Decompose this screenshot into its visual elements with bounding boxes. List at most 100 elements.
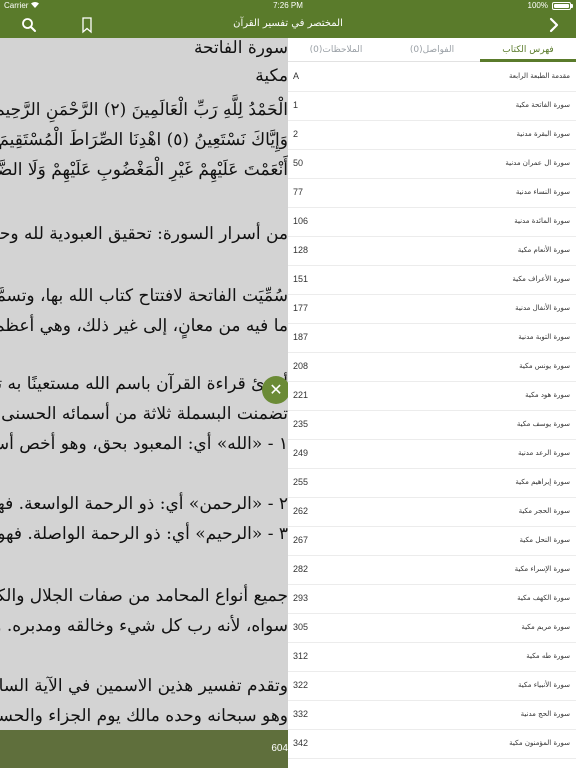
- nav-bar: المختصر في تفسير القرآن: [0, 12, 576, 38]
- item-page: 255: [293, 477, 309, 487]
- item-page: 249: [293, 448, 309, 458]
- item-page: 106: [293, 216, 309, 226]
- list-item[interactable]: سورة المؤمنون مكية 342: [288, 730, 576, 759]
- item-page: 1: [293, 100, 299, 110]
- reader-pane[interactable]: سورة الفاتحة مكية الْحَمْدُ لِلَّهِ رَبِ…: [0, 38, 288, 730]
- list-item[interactable]: سورة إبراهيم مكية 255: [288, 469, 576, 498]
- reader-line: مكية: [255, 66, 288, 86]
- item-title: سورة الأنفال مدنية: [515, 304, 570, 312]
- item-page: 235: [293, 419, 309, 429]
- item-title: سورة الحج مدنية: [520, 710, 570, 718]
- reader-line: من أسرار السورة: تحقيق العبودية لله وحده…: [0, 224, 288, 244]
- list-item[interactable]: سورة النحل مكية 267: [288, 527, 576, 556]
- reader-footer: 604: [0, 730, 288, 768]
- item-page: 305: [293, 622, 309, 632]
- index-panel: الملاحظات(0) الفواصل(0) فهرس الكتاب مقدم…: [288, 38, 576, 768]
- reader-line: الْحَمْدُ لِلَّهِ رَبِّ الْعَالَمِينَ (٢…: [0, 100, 288, 120]
- page-number: 604: [271, 743, 288, 754]
- battery-icon: [552, 2, 571, 10]
- list-item[interactable]: مقدمة الطبعة الرابعة A: [288, 63, 576, 92]
- item-title: سورة مريم مكية: [521, 623, 570, 631]
- list-item[interactable]: سورة البقرة مدنية 2: [288, 121, 576, 150]
- item-title: سورة الأنبياء مكية: [518, 681, 570, 689]
- list-item[interactable]: سورة التوبة مدنية 187: [288, 324, 576, 353]
- item-title: سورة يوسف مكية: [516, 420, 570, 428]
- list-item[interactable]: سورة مريم مكية 305: [288, 614, 576, 643]
- item-page: 342: [293, 738, 309, 748]
- item-title: سورة الأعراف مكية: [512, 275, 570, 283]
- reader-line: تضمنت البسملة ثلاثة من أسمائه الحسنى، وه…: [0, 404, 288, 424]
- list-item[interactable]: سورة ال عمران مدنية 50: [288, 150, 576, 179]
- item-title: سورة الرعد مدنية: [517, 449, 570, 457]
- item-title: سورة طه مكية: [526, 652, 570, 660]
- close-icon: ✕: [269, 380, 283, 399]
- list-item[interactable]: سورة الإسراء مكية 282: [288, 556, 576, 585]
- item-title: سورة البقرة مدنية: [516, 130, 570, 138]
- list-item[interactable]: سورة الحجر مكية 262: [288, 498, 576, 527]
- battery-percent: 100%: [527, 1, 548, 10]
- item-page: 77: [293, 187, 304, 197]
- item-title: سورة النحل مكية: [519, 536, 570, 544]
- item-page: 128: [293, 245, 309, 255]
- item-page: 151: [293, 274, 309, 284]
- reader-line: وتقدم تفسير هذين الاسمين في الآية السابق…: [0, 676, 288, 696]
- list-item[interactable]: سورة يونس مكية 208: [288, 353, 576, 382]
- item-page: 187: [293, 332, 309, 342]
- item-page: 177: [293, 303, 309, 313]
- item-page: 221: [293, 390, 309, 400]
- list-item[interactable]: سورة طه مكية 312: [288, 643, 576, 672]
- battery-nub: [571, 4, 573, 8]
- panel-tabs: الملاحظات(0) الفواصل(0) فهرس الكتاب: [288, 38, 576, 62]
- item-title: سورة المؤمنون مكية: [509, 739, 570, 747]
- item-title: سورة الحجر مكية: [518, 507, 570, 515]
- reader-line: وَإِيَّاكَ نَسْتَعِينُ (٥) اهْدِنَا الصِ…: [0, 130, 288, 150]
- reader-line: أَنْعَمْتَ عَلَيْهِمْ غَيْرِ الْمَغْضُوب…: [0, 160, 288, 180]
- list-item[interactable]: سورة النساء مدنية 77: [288, 179, 576, 208]
- reader-line: وهو سبحانه وحده مالك يوم الجزاء والحساب،…: [0, 706, 288, 726]
- item-page: 50: [293, 158, 304, 168]
- item-title: سورة الإسراء مكية: [514, 565, 570, 573]
- item-page: 262: [293, 506, 309, 516]
- item-title: سورة الفاتحة مكية: [515, 101, 570, 109]
- list-item[interactable]: سورة الأنفال مدنية 177: [288, 295, 576, 324]
- reader-line: ٢ - «الرحمن» أي: ذو الرحمة الواسعة. فهو …: [0, 494, 288, 514]
- list-item[interactable]: سورة هود مكية 221: [288, 382, 576, 411]
- chevron-right-icon[interactable]: [546, 15, 562, 35]
- list-item[interactable]: سورة الأنعام مكية 128: [288, 237, 576, 266]
- item-title: سورة إبراهيم مكية: [515, 478, 570, 486]
- active-tab-indicator: [480, 59, 576, 62]
- reader-line: ١ - «الله» أي: المعبود بحق، وهو أخص أسما…: [0, 434, 288, 454]
- item-title: سورة المائدة مدنية: [514, 217, 570, 225]
- tab-bookmarks[interactable]: الفواصل(0): [384, 38, 480, 62]
- item-title: سورة الكهف مكية: [517, 594, 570, 602]
- item-title: سورة ال عمران مدنية: [505, 159, 570, 167]
- item-title: سورة يونس مكية: [519, 362, 570, 370]
- reader-line: سورة الفاتحة: [193, 38, 288, 58]
- item-page: 2: [293, 129, 299, 139]
- item-page: 322: [293, 680, 309, 690]
- reader-line: ٣ - «الرحيم» أي: ذو الرحمة الواصلة. فهو …: [0, 524, 288, 544]
- list-item[interactable]: سورة الرعد مدنية 249: [288, 440, 576, 469]
- tab-notes[interactable]: الملاحظات(0): [288, 38, 384, 62]
- list-item[interactable]: سورة الفاتحة مكية 1: [288, 92, 576, 121]
- list-item[interactable]: سورة الأنبياء مكية 322: [288, 672, 576, 701]
- item-title: سورة التوبة مدنية: [518, 333, 570, 341]
- reader-line: سُمِّيَت الفاتحة لافتتاح كتاب الله بها، …: [0, 286, 288, 306]
- list-item[interactable]: سورة الكهف مكية 293: [288, 585, 576, 614]
- item-title: سورة هود مكية: [525, 391, 570, 399]
- close-panel-button[interactable]: ✕: [262, 376, 290, 404]
- item-page: A: [293, 71, 300, 81]
- item-title: مقدمة الطبعة الرابعة: [509, 72, 570, 80]
- item-page: 293: [293, 593, 309, 603]
- list-item[interactable]: سورة يوسف مكية 235: [288, 411, 576, 440]
- status-bar: Carrier 7:26 PM 100%: [0, 0, 576, 12]
- list-item[interactable]: سورة الحج مدنية 332: [288, 701, 576, 730]
- item-page: 312: [293, 651, 309, 661]
- list-item[interactable]: سورة المائدة مدنية 106: [288, 208, 576, 237]
- reader-line: سواه، لأنه رب كل شيء وخالقه ومدبره. و«ال…: [0, 616, 288, 636]
- item-title: سورة الأنعام مكية: [517, 246, 570, 254]
- item-page: 208: [293, 361, 309, 371]
- reader-line: ما فيه من معانٍ، إلى غير ذلك، وهي أعظم س…: [0, 316, 288, 336]
- list-item[interactable]: سورة الأعراف مكية 151: [288, 266, 576, 295]
- reader-line: جميع أنواع المحامد من صفات الجلال والكما…: [0, 586, 288, 606]
